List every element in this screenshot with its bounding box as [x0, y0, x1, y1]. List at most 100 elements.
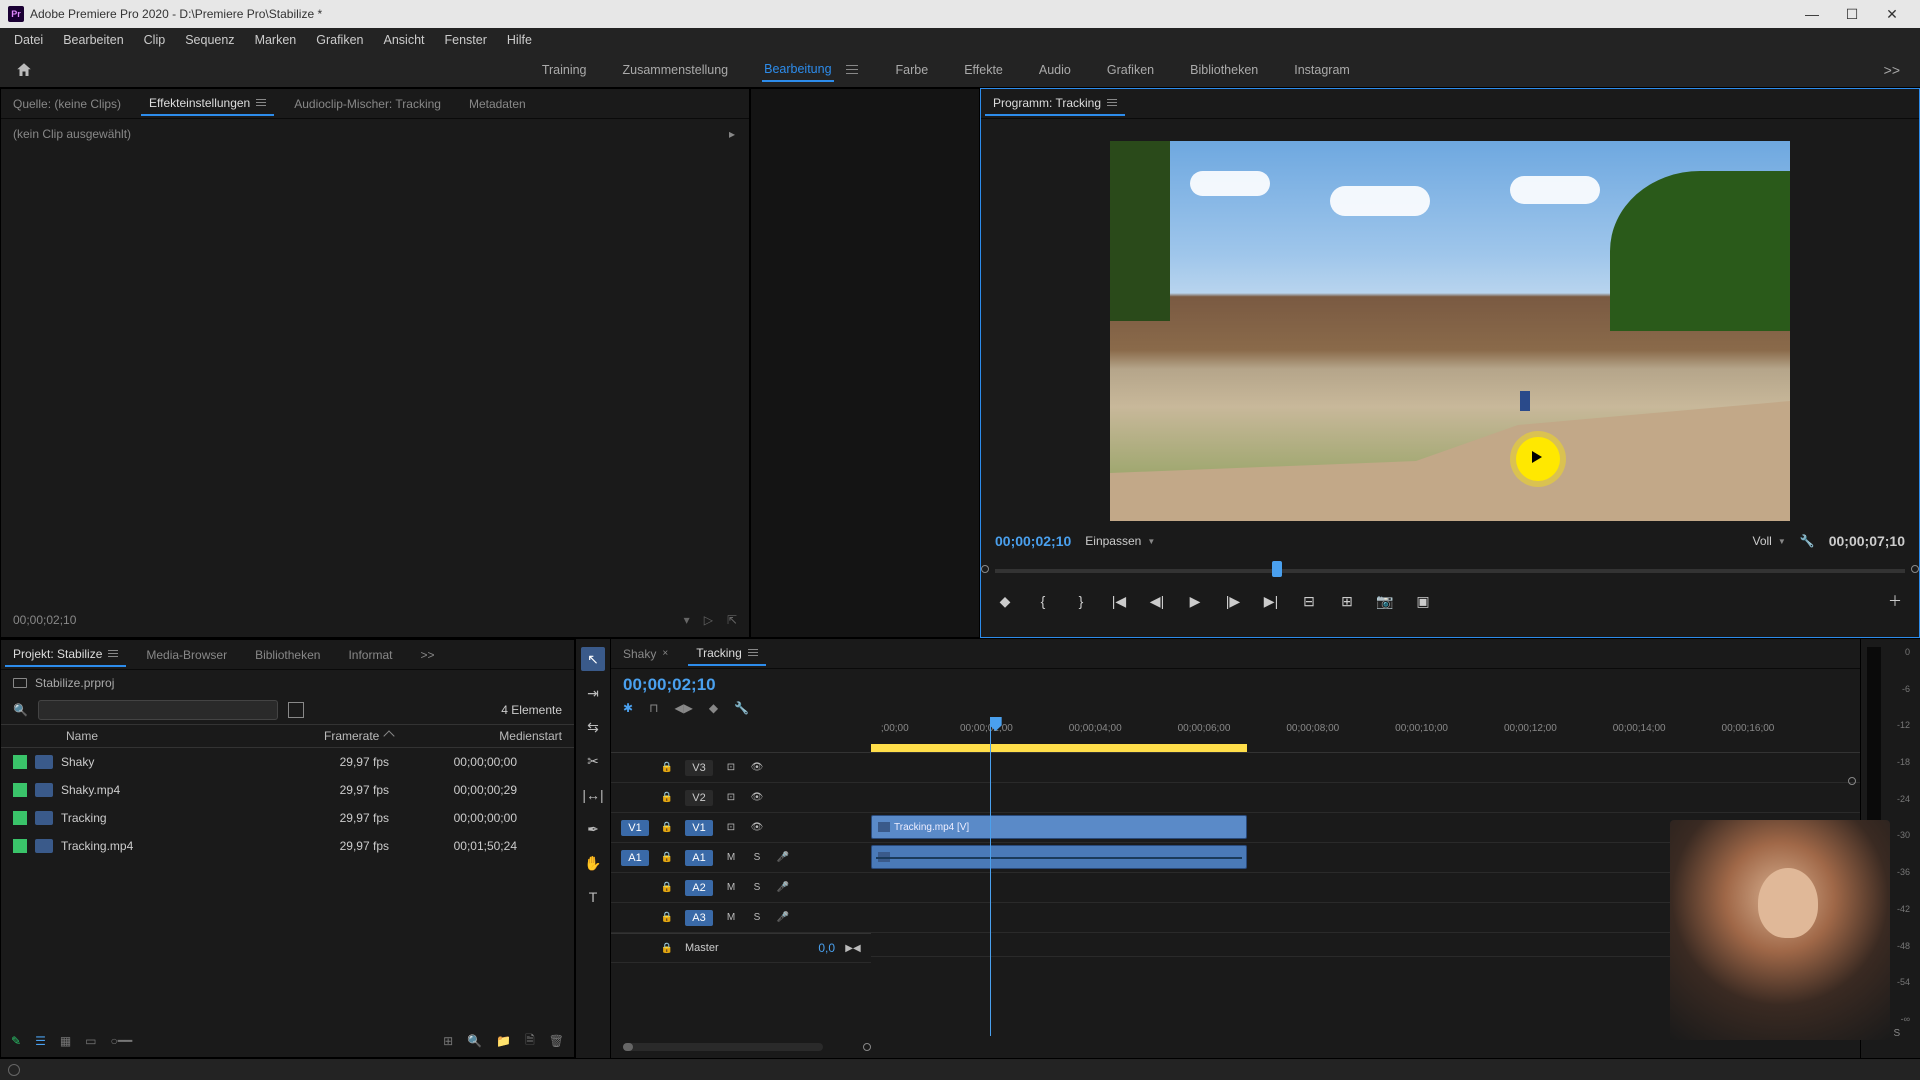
program-scrub-bar[interactable]: [981, 561, 1919, 579]
program-monitor-video[interactable]: [1110, 141, 1790, 521]
delete-icon[interactable]: 🗑: [549, 1034, 564, 1048]
column-header-name[interactable]: Name: [66, 729, 316, 743]
timeline-tab-shaky[interactable]: Shaky ×: [615, 643, 676, 665]
in-point-icon[interactable]: [981, 565, 989, 573]
mark-in-button[interactable]: {: [1033, 591, 1053, 611]
track-header-a2[interactable]: 🔒 A2 M S 🎤: [611, 873, 871, 903]
new-item-icon[interactable]: 🗎: [525, 1031, 535, 1052]
zoom-dropdown[interactable]: Einpassen ▼: [1085, 534, 1155, 548]
timeline-zoom-scrollbar[interactable]: [623, 1043, 823, 1051]
track-header-a1[interactable]: A1 🔒 A1 M S 🎤: [611, 843, 871, 873]
selection-tool[interactable]: ↖: [581, 647, 605, 671]
track-header-a3[interactable]: 🔒 A3 M S 🎤: [611, 903, 871, 933]
lift-button[interactable]: ⊟: [1299, 591, 1319, 611]
lock-icon[interactable]: 🔒: [659, 910, 675, 926]
tab-bibliotheken[interactable]: Bibliotheken: [247, 644, 328, 666]
lock-icon[interactable]: 🔒: [659, 940, 675, 956]
menu-bearbeiten[interactable]: Bearbeiten: [53, 31, 133, 49]
project-search-input[interactable]: [38, 700, 278, 720]
sync-lock-icon[interactable]: ⊡: [723, 760, 739, 776]
quality-dropdown[interactable]: Voll ▼: [1752, 534, 1785, 548]
comparison-view-button[interactable]: ▣: [1413, 591, 1433, 611]
audio-clip[interactable]: [871, 845, 1247, 869]
close-tab-icon[interactable]: ×: [662, 648, 668, 659]
expand-icon[interactable]: ▶◀: [845, 940, 861, 956]
extract-button[interactable]: ⊞: [1337, 591, 1357, 611]
tab-metadaten[interactable]: Metadaten: [461, 93, 534, 115]
lock-icon[interactable]: 🔒: [659, 790, 675, 806]
workspace-overflow-button[interactable]: >>: [1884, 62, 1900, 78]
solo-icon[interactable]: S: [749, 910, 765, 926]
video-clip[interactable]: Tracking.mp4 [V]: [871, 815, 1247, 839]
menu-marken[interactable]: Marken: [245, 31, 307, 49]
lock-icon[interactable]: 🔒: [659, 820, 675, 836]
workspace-tab-instagram[interactable]: Instagram: [1292, 59, 1352, 81]
out-point-icon[interactable]: [1911, 565, 1919, 573]
expand-arrow-icon[interactable]: ▸: [729, 127, 735, 141]
project-tabs-overflow[interactable]: >>: [412, 644, 442, 666]
workspace-tab-training[interactable]: Training: [540, 59, 589, 81]
window-maximize-button[interactable]: ☐: [1832, 0, 1872, 28]
menu-datei[interactable]: Datei: [4, 31, 53, 49]
timeline-current-timecode[interactable]: 00;00;02;10: [623, 675, 1848, 695]
solo-icon[interactable]: S: [749, 880, 765, 896]
tab-audioclip-mischer[interactable]: Audioclip-Mischer: Tracking: [286, 93, 449, 115]
automate-to-sequence-icon[interactable]: ⊞: [443, 1034, 453, 1048]
snap-icon[interactable]: ✱: [623, 701, 633, 715]
work-area-bar[interactable]: [871, 744, 1247, 752]
button-editor-plus-icon[interactable]: ＋: [1885, 591, 1905, 611]
hand-tool[interactable]: ✋: [581, 851, 605, 875]
track-header-v1[interactable]: V1 🔒 V1 ⊡ 👁: [611, 813, 871, 843]
step-back-button[interactable]: ◀|: [1147, 591, 1167, 611]
track-header-v3[interactable]: 🔒 V3 ⊡ 👁: [611, 753, 871, 783]
window-minimize-button[interactable]: —: [1792, 0, 1832, 28]
add-marker-button[interactable]: ◆: [995, 591, 1015, 611]
step-forward-button[interactable]: |▶: [1223, 591, 1243, 611]
write-tool-icon[interactable]: ✎: [11, 1034, 21, 1048]
tab-projekt[interactable]: Projekt: Stabilize: [5, 643, 126, 667]
mark-out-button[interactable]: }: [1071, 591, 1091, 611]
settings-wrench-icon[interactable]: 🔧: [1800, 534, 1815, 548]
list-view-icon[interactable]: ☰: [35, 1034, 46, 1048]
mute-icon[interactable]: M: [723, 850, 739, 866]
home-button[interactable]: [0, 61, 48, 79]
project-item-row[interactable]: Tracking 29,97 fps 00;00;00;00: [1, 804, 574, 832]
column-header-medienstart[interactable]: Medienstart: [442, 729, 562, 743]
meter-solo-right[interactable]: S: [1894, 1028, 1901, 1050]
workspace-menu-icon[interactable]: [842, 60, 862, 80]
new-bin-from-search-icon[interactable]: [288, 702, 304, 718]
menu-ansicht[interactable]: Ansicht: [374, 31, 435, 49]
workspace-tab-farbe[interactable]: Farbe: [894, 59, 931, 81]
timeline-settings-icon[interactable]: 🔧: [734, 701, 749, 715]
filter-icon[interactable]: ▾: [684, 613, 690, 627]
menu-grafiken[interactable]: Grafiken: [306, 31, 373, 49]
new-bin-icon[interactable]: 📁: [496, 1034, 511, 1048]
program-playhead[interactable]: [1272, 561, 1282, 577]
tab-media-browser[interactable]: Media-Browser: [138, 644, 235, 666]
scrollbar-thumb[interactable]: [623, 1043, 633, 1051]
track-row-v2[interactable]: [871, 783, 1860, 813]
lock-icon[interactable]: 🔒: [659, 850, 675, 866]
tab-quelle[interactable]: Quelle: (keine Clips): [5, 93, 129, 115]
voice-over-icon[interactable]: 🎤: [775, 910, 791, 926]
project-item-row[interactable]: Shaky 29,97 fps 00;00;00;00: [1, 748, 574, 776]
pen-tool[interactable]: ✒: [581, 817, 605, 841]
solo-icon[interactable]: S: [749, 850, 765, 866]
ripple-edit-tool[interactable]: ⇆: [581, 715, 605, 739]
toggle-track-output-icon[interactable]: 👁: [749, 820, 765, 836]
freeform-view-icon[interactable]: ▭: [85, 1034, 96, 1048]
track-header-v2[interactable]: 🔒 V2 ⊡ 👁: [611, 783, 871, 813]
menu-hilfe[interactable]: Hilfe: [497, 31, 542, 49]
window-close-button[interactable]: ✕: [1872, 0, 1912, 28]
slip-tool[interactable]: |↔|: [581, 783, 605, 807]
tab-programm[interactable]: Programm: Tracking: [985, 92, 1125, 116]
source-patch-v1[interactable]: V1: [621, 820, 649, 836]
workspace-tab-effekte[interactable]: Effekte: [962, 59, 1005, 81]
tab-informat[interactable]: Informat: [340, 644, 400, 666]
zoom-slider-icon[interactable]: ○━━: [111, 1034, 133, 1048]
panel-menu-icon[interactable]: [256, 99, 266, 106]
voice-over-icon[interactable]: 🎤: [775, 850, 791, 866]
icon-view-icon[interactable]: ▦: [60, 1034, 71, 1048]
export-icon[interactable]: ⇱: [727, 613, 737, 627]
type-tool[interactable]: T: [581, 885, 605, 909]
